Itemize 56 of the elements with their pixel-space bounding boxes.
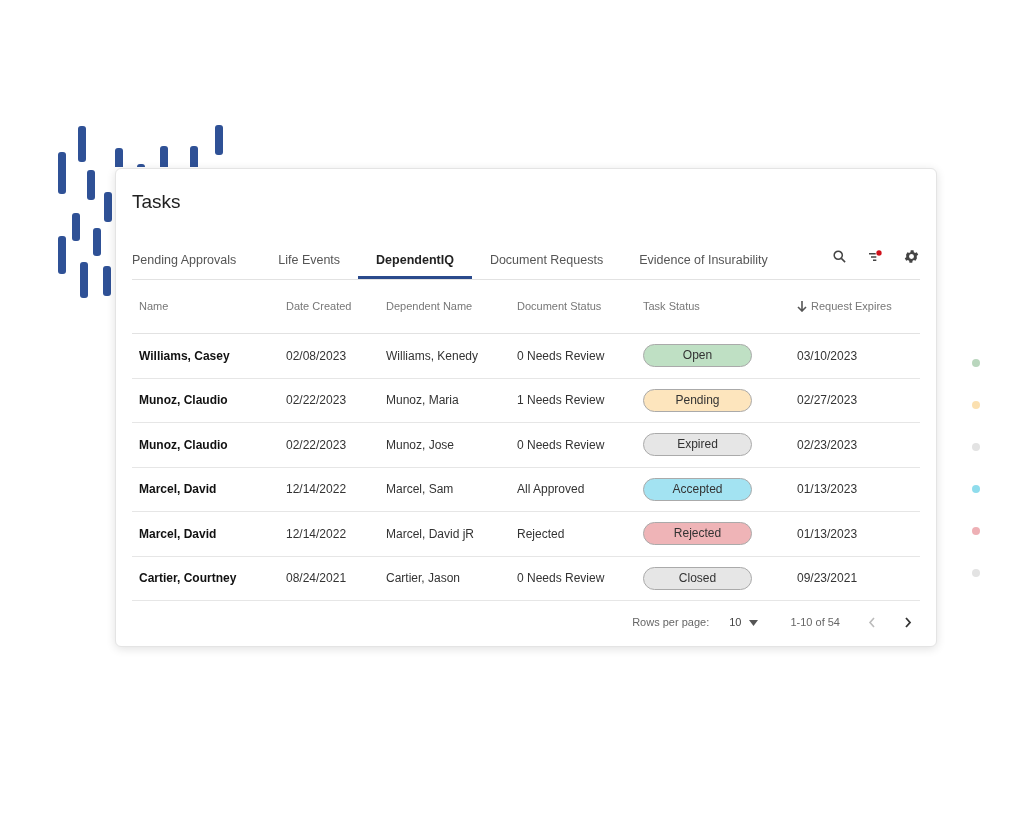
expires-cell: 02/23/2023	[797, 437, 858, 452]
caret-icon	[749, 619, 759, 626]
name-cell: Marcel, David	[139, 482, 217, 497]
search-icon[interactable]	[832, 249, 847, 264]
task-status-pill: Pending	[643, 388, 752, 412]
dependent-name-cell: Cartier, Jason	[386, 571, 461, 586]
name-cell: Cartier, Courtney	[139, 571, 237, 586]
next-page-icon[interactable]	[904, 617, 912, 628]
tab[interactable]: Pending Approvals	[132, 244, 261, 279]
rows-per-page-label: Rows per page:	[632, 615, 710, 631]
tab[interactable]: Life Events	[260, 244, 359, 279]
dependent-name-cell: Williams, Kenedy	[386, 348, 479, 363]
task-status-pill: Expired	[643, 433, 752, 457]
tab[interactable]: Evidence of Insurability	[621, 244, 786, 279]
tab[interactable]: Document Requests	[471, 244, 622, 279]
dependent-name-cell: Marcel, Sam	[386, 482, 454, 497]
document-status-cell: 0 Needs Review	[517, 348, 605, 363]
date-cell: 02/22/2023	[286, 437, 347, 452]
task-status-pill: Open	[643, 344, 752, 368]
document-status-cell: 0 Needs Review	[517, 571, 605, 586]
task-status-pill: Closed	[643, 566, 752, 590]
document-status-cell: Rejected	[517, 526, 565, 541]
dependent-name-cell: Munoz, Jose	[386, 437, 455, 452]
column-header[interactable]: Date Created	[286, 298, 352, 315]
document-status-cell: 0 Needs Review	[517, 437, 605, 452]
name-cell: Munoz, Claudio	[139, 437, 228, 452]
date-cell: 12/14/2022	[286, 526, 347, 541]
column-header[interactable]: Request Expires	[797, 298, 892, 315]
dependent-name-cell: Marcel, David jR	[386, 526, 475, 541]
dependent-name-cell: Munoz, Maria	[386, 393, 459, 408]
task-status-pill: Rejected	[643, 522, 752, 546]
arrow-down-icon	[797, 301, 807, 312]
column-header[interactable]: Name	[139, 298, 169, 315]
column-header[interactable]: Dependent Name	[386, 298, 473, 315]
page-range: 1-10 of 54	[790, 615, 840, 631]
document-status-cell: All Approved	[517, 482, 585, 497]
column-header[interactable]: Document Status	[517, 298, 602, 315]
expires-cell: 01/13/2023	[797, 526, 858, 541]
expires-cell: 09/23/2021	[797, 571, 858, 586]
document-status-cell: 1 Needs Review	[517, 393, 605, 408]
task-status-pill: Accepted	[643, 477, 752, 501]
column-header[interactable]: Task Status	[643, 298, 700, 315]
date-cell: 02/08/2023	[286, 348, 347, 363]
tab[interactable]: DependentIQ	[358, 244, 472, 279]
settings-icon[interactable]	[903, 248, 920, 265]
expires-cell: 03/10/2023	[797, 348, 858, 363]
name-cell: Marcel, David	[139, 526, 217, 541]
expires-cell: 01/13/2023	[797, 482, 858, 497]
date-cell: 08/24/2021	[286, 571, 347, 586]
expires-cell: 02/27/2023	[797, 393, 858, 408]
name-cell: Munoz, Claudio	[139, 393, 228, 408]
rows-per-page-select[interactable]: 10	[729, 614, 759, 631]
name-cell: Williams, Casey	[139, 348, 230, 363]
date-cell: 02/22/2023	[286, 393, 347, 408]
date-cell: 12/14/2022	[286, 482, 347, 497]
card-title: Tasks	[132, 190, 181, 214]
